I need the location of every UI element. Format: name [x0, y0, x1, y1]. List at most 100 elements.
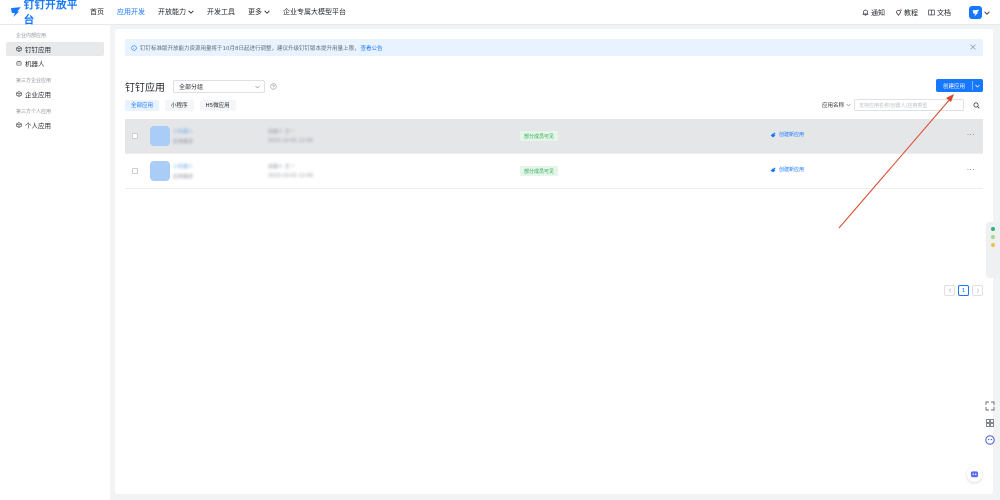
create-app-button[interactable]: 创建应用	[936, 79, 983, 92]
pagination: 1	[941, 285, 983, 296]
row-checkbox[interactable]	[132, 168, 138, 174]
chevron-down-icon[interactable]	[846, 103, 851, 107]
chevron-down-icon[interactable]	[975, 84, 980, 88]
create-new-app-label: 创建新应用	[779, 132, 805, 138]
book-icon	[928, 9, 935, 16]
grid-icon[interactable]	[985, 418, 995, 428]
notice-text: 钉钉标准版开放能力资源用量将于10月8日起进行调整，建议升级钉钉版本提升用量上限…	[140, 45, 360, 52]
nav-home[interactable]: 首页	[90, 7, 104, 17]
cube-icon	[16, 122, 22, 128]
button-divider	[972, 81, 973, 90]
dingtalk-avatar-icon	[972, 9, 979, 16]
page-number-button[interactable]: 1	[958, 285, 969, 296]
top-navigation-bar: 钉钉开放平台 首页 应用开发 开放能力 开发工具 更多 企业专属大模型平台 通知…	[0, 0, 1000, 27]
info-icon	[131, 44, 137, 51]
visibility-badge: 部分成员可见	[520, 166, 559, 176]
nav-label: 企业专属大模型平台	[283, 8, 346, 16]
user-avatar[interactable]	[969, 6, 982, 19]
app-name[interactable]: 小机器人	[173, 128, 193, 135]
filter-field-select[interactable]: 应用名称	[822, 101, 844, 109]
main-nav: 首页 应用开发 开放能力 开发工具 更多 企业专属大模型平台	[90, 7, 359, 17]
nav-label: 开发工具	[207, 8, 235, 16]
app-name[interactable]: 小机器人	[173, 163, 193, 170]
notifications-button[interactable]: 通知	[862, 8, 885, 18]
location-pin-icon	[896, 9, 902, 16]
app-type-tabs: 全部应用 小程序 H5微应用 应用名称 支持应用名称/创建人/应用类型	[125, 99, 983, 111]
sidebar-item-dingtalk-apps[interactable]: 钉钉应用	[6, 42, 104, 56]
sidebar-section-title: 第三方企业应用	[16, 78, 52, 84]
sidebar-item-label: 钉钉应用	[25, 46, 51, 54]
nav-open-capabilities[interactable]: 开放能力	[158, 7, 194, 17]
tutorial-label: 教程	[904, 8, 918, 17]
bell-icon	[862, 9, 869, 16]
group-select-value: 全部分组	[179, 83, 204, 91]
main-content: 钉钉标准版开放能力资源用量将于10月8日起进行调整，建议升级钉钉版本提升用量上限…	[115, 29, 993, 494]
sidebar-item-enterprise-apps[interactable]: 企业应用	[6, 87, 104, 101]
create-app-label: 创建应用	[942, 83, 965, 90]
nav-label: 应用开发	[117, 8, 145, 16]
nav-app-development[interactable]: 应用开发	[117, 7, 145, 17]
nav-label: 首页	[90, 8, 104, 16]
page-title: 钉钉应用	[125, 82, 165, 94]
docs-button[interactable]: 文档	[928, 8, 951, 18]
nav-dev-tools[interactable]: 开发工具	[207, 7, 235, 17]
more-actions-button[interactable]: ···	[967, 166, 975, 174]
sidebar-section-title: 企业内部应用	[16, 33, 47, 39]
tutorial-button[interactable]: 教程	[895, 8, 918, 18]
table-row[interactable]: 小机器人 应用描述 创建人 王一 2023-10-01 12:00 部分成员可见…	[125, 154, 983, 189]
sidebar: 企业内部应用 钉钉应用 机器人 第三方企业应用 企业应用 第三方个人应用 个人应…	[0, 25, 110, 500]
search-filter: 应用名称 支持应用名称/创建人/应用类型	[822, 99, 983, 111]
app-description: 应用描述	[173, 139, 194, 145]
customer-service-icon[interactable]	[985, 435, 995, 445]
sidebar-item-robot[interactable]: 机器人	[6, 56, 104, 70]
notice-link[interactable]: 查看公告	[361, 44, 383, 52]
create-new-app-link[interactable]: 创建新应用	[770, 131, 804, 138]
app-list: 小机器人 应用描述 创建人 王一 2023-10-01 12:00 部分成员可见…	[125, 119, 983, 296]
dingtalk-logo-icon	[10, 7, 21, 17]
next-page-button[interactable]	[972, 285, 983, 296]
visibility-badge: 部分成员可见	[520, 131, 559, 141]
chevron-left-icon	[948, 288, 951, 293]
brand-name: 钉钉开放平台	[23, 0, 78, 26]
app-description: 应用描述	[173, 174, 194, 180]
sidebar-section-title: 第三方个人应用	[16, 109, 52, 115]
chat-assistant-button[interactable]	[967, 467, 982, 482]
app-owner: 创建人 王一	[268, 129, 295, 135]
status-dot	[991, 227, 995, 231]
chevron-down-icon	[188, 10, 194, 14]
search-input[interactable]: 支持应用名称/创建人/应用类型	[854, 99, 964, 111]
top-right-actions: 通知 教程 文档	[862, 0, 1000, 25]
chevron-right-icon	[976, 288, 979, 293]
sidebar-item-personal-apps[interactable]: 个人应用	[6, 118, 104, 132]
table-row[interactable]: 小机器人 应用描述 创建人 王一 2023-10-01 12:00 部分成员可见…	[125, 119, 983, 154]
chevron-down-icon	[255, 85, 260, 88]
expand-icon[interactable]	[985, 401, 995, 411]
group-select[interactable]: 全部分组	[173, 79, 265, 93]
nav-label: 开放能力	[158, 8, 186, 16]
create-new-app-link[interactable]: 创建新应用	[770, 166, 804, 173]
brand-logo[interactable]: 钉钉开放平台	[10, 0, 82, 27]
notifications-label: 通知	[871, 8, 885, 17]
tab-mini-program[interactable]: 小程序	[165, 99, 194, 111]
app-icon	[150, 161, 170, 181]
tab-all-apps[interactable]: 全部应用	[125, 99, 160, 111]
floating-side-tab[interactable]	[986, 222, 1000, 278]
app-create-icon	[770, 132, 776, 137]
help-icon[interactable]	[270, 82, 277, 90]
nav-more[interactable]: 更多	[248, 7, 270, 17]
more-actions-button[interactable]: ···	[967, 131, 975, 139]
app-updated-time: 2023-10-01 12:00	[268, 138, 314, 144]
close-icon[interactable]	[969, 43, 977, 51]
nav-label: 更多	[248, 8, 262, 16]
prev-page-button[interactable]	[944, 285, 955, 296]
nav-enterprise-llm[interactable]: 企业专属大模型平台	[283, 7, 346, 17]
search-icon[interactable]	[973, 102, 980, 109]
row-checkbox[interactable]	[132, 133, 138, 139]
create-new-app-label: 创建新应用	[779, 167, 805, 173]
app-icon	[150, 126, 170, 146]
chevron-down-icon	[264, 10, 270, 14]
chevron-down-icon[interactable]	[984, 11, 990, 15]
app-create-icon	[770, 167, 776, 172]
chat-bot-icon	[970, 471, 979, 478]
tab-h5-app[interactable]: H5微应用	[199, 99, 236, 111]
